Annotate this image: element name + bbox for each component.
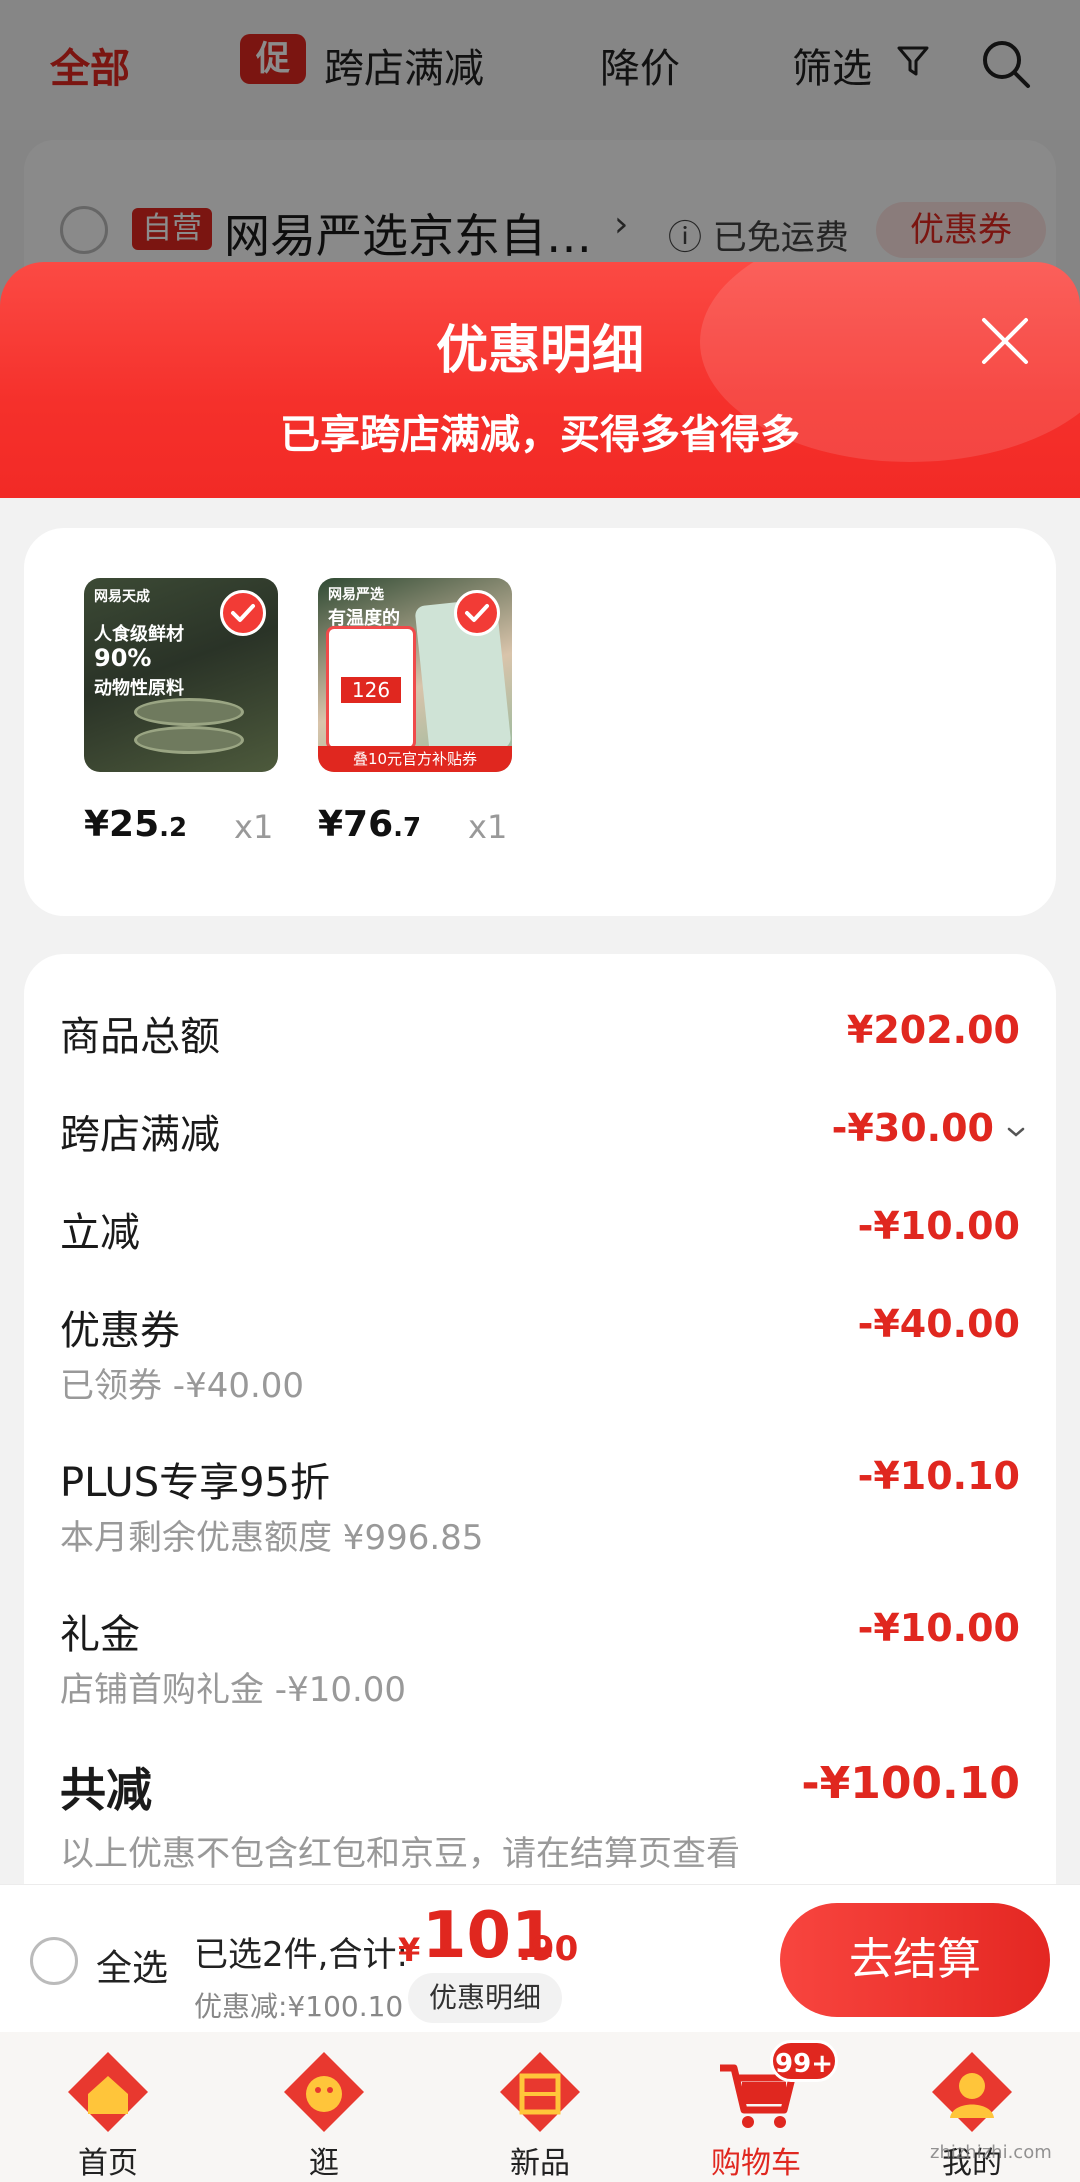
promo-graphic: 126 xyxy=(326,626,416,750)
close-icon[interactable] xyxy=(976,312,1034,370)
thumb-text: 90% xyxy=(94,644,152,672)
plus-label: PLUS专享95折 xyxy=(60,1460,330,1506)
select-all-label[interactable]: 全选 xyxy=(96,1939,168,1991)
selected-items-card: 网易天成 人食级鲜材 90% 动物性原料 ¥25.2 x1 网易严选 有温度的 … xyxy=(24,528,1056,916)
profile-icon xyxy=(932,2052,1012,2132)
instant-value: -¥10.00 xyxy=(857,1204,1020,1248)
select-all-radio[interactable] xyxy=(30,1937,78,1985)
price-dec: .7 xyxy=(393,813,422,843)
thumb-brand: 网易天成 xyxy=(94,589,150,605)
thumb-price: 126 xyxy=(341,677,401,703)
check-icon xyxy=(454,590,500,636)
total-amount-dec: .90 xyxy=(518,1929,579,1969)
nav-label: 新品 xyxy=(510,2146,570,2181)
chevron-down-icon[interactable] xyxy=(1004,1120,1028,1144)
thumb-text: 动物性原料 xyxy=(94,678,184,699)
discount-detail-button[interactable]: 优惠明细 xyxy=(408,1973,562,2023)
discount-sheet-body: 网易天成 人食级鲜材 90% 动物性原料 ¥25.2 x1 网易严选 有温度的 … xyxy=(0,498,1080,1884)
item-quantity: x1 xyxy=(234,808,274,846)
browse-icon xyxy=(284,2052,364,2132)
nav-item-browse[interactable]: 逛 xyxy=(254,2042,394,2182)
new-products-icon xyxy=(500,2052,580,2132)
total-yen: ¥ xyxy=(398,1931,421,1969)
thumb-text: 人食级鲜材 xyxy=(94,624,184,645)
discount-sheet-header: 优惠明细 已享跨店满减，买得多省得多 xyxy=(0,262,1080,498)
checkout-button[interactable]: 去结算 xyxy=(780,1903,1050,2017)
item-thumbnail-1[interactable]: 网易天成 人食级鲜材 90% 动物性原料 ¥25.2 x1 xyxy=(84,578,284,846)
price-dec: .2 xyxy=(159,813,188,843)
product-image: 网易严选 有温度的 126 叠10元官方补贴券 xyxy=(318,578,512,772)
check-mark-icon xyxy=(231,604,255,622)
coupon-label: 优惠券 xyxy=(60,1308,180,1354)
total-label: 共减 xyxy=(60,1763,152,1817)
plus-sub: 本月剩余优惠额度 ¥996.85 xyxy=(60,1518,484,1558)
sheet-subtitle: 已享跨店满减，买得多省得多 xyxy=(280,412,800,458)
goods-total-value: ¥202.00 xyxy=(846,1008,1020,1052)
instant-label: 立减 xyxy=(60,1210,140,1256)
cross-store-value: -¥30.00 xyxy=(831,1106,994,1150)
can-graphic xyxy=(134,726,244,754)
nav-label: 购物车 xyxy=(711,2146,801,2181)
price-int: ¥25 xyxy=(84,804,160,845)
plus-value: -¥10.10 xyxy=(857,1454,1020,1498)
cart-count-badge: 99+ xyxy=(770,2040,838,2082)
nav-item-home[interactable]: 首页 xyxy=(38,2042,178,2182)
can-graphic xyxy=(134,698,244,726)
bottom-nav: 首页 逛 新品 购物车 我的 xyxy=(0,2032,1080,2182)
thumb-brand: 网易严选 xyxy=(328,587,384,603)
coupon-sub: 已领券 -¥40.00 xyxy=(60,1366,305,1406)
checkout-bar: 全选 已选2件,合计: ¥ 101 .90 优惠减:¥100.10 优惠明细 去… xyxy=(0,1884,1080,2032)
total-value: -¥100.10 xyxy=(801,1758,1020,1809)
discount-summary-card: 商品总额 ¥202.00 跨店满减 -¥30.00 立减 -¥10.00 优惠券… xyxy=(24,954,1056,1884)
goods-total-label: 商品总额 xyxy=(60,1014,220,1060)
gift-sub: 店铺首购礼金 -¥10.00 xyxy=(60,1670,407,1710)
gift-label: 礼金 xyxy=(60,1612,140,1658)
cross-store-label: 跨店满减 xyxy=(60,1112,220,1158)
item-price: ¥25.2 xyxy=(84,804,187,845)
total-note: 以上优惠不包含红包和京豆，请在结算页查看 xyxy=(60,1834,740,1874)
check-icon xyxy=(220,590,266,636)
nav-label: 首页 xyxy=(78,2146,138,2181)
product-image: 网易天成 人食级鲜材 90% 动物性原料 xyxy=(84,578,278,772)
nav-item-new[interactable]: 新品 xyxy=(470,2042,610,2182)
thumb-ribbon: 叠10元官方补贴券 xyxy=(318,746,512,772)
item-quantity: x1 xyxy=(468,808,508,846)
check-mark-icon xyxy=(465,604,489,622)
gift-value: -¥10.00 xyxy=(857,1606,1020,1650)
coupon-value: -¥40.00 xyxy=(857,1302,1020,1346)
sheet-title: 优惠明细 xyxy=(435,321,644,381)
item-thumbnail-2[interactable]: 网易严选 有温度的 126 叠10元官方补贴券 ¥76.7 x1 xyxy=(318,578,518,846)
home-icon xyxy=(68,2052,148,2132)
nav-label: 逛 xyxy=(309,2146,339,2181)
price-int: ¥76 xyxy=(318,804,394,845)
selected-info: 已选2件,合计: xyxy=(194,1935,408,1975)
watermark: zhizhizhi.com xyxy=(930,2142,1052,2163)
discount-info: 优惠减:¥100.10 xyxy=(194,1990,404,2023)
item-price: ¥76.7 xyxy=(318,804,421,845)
